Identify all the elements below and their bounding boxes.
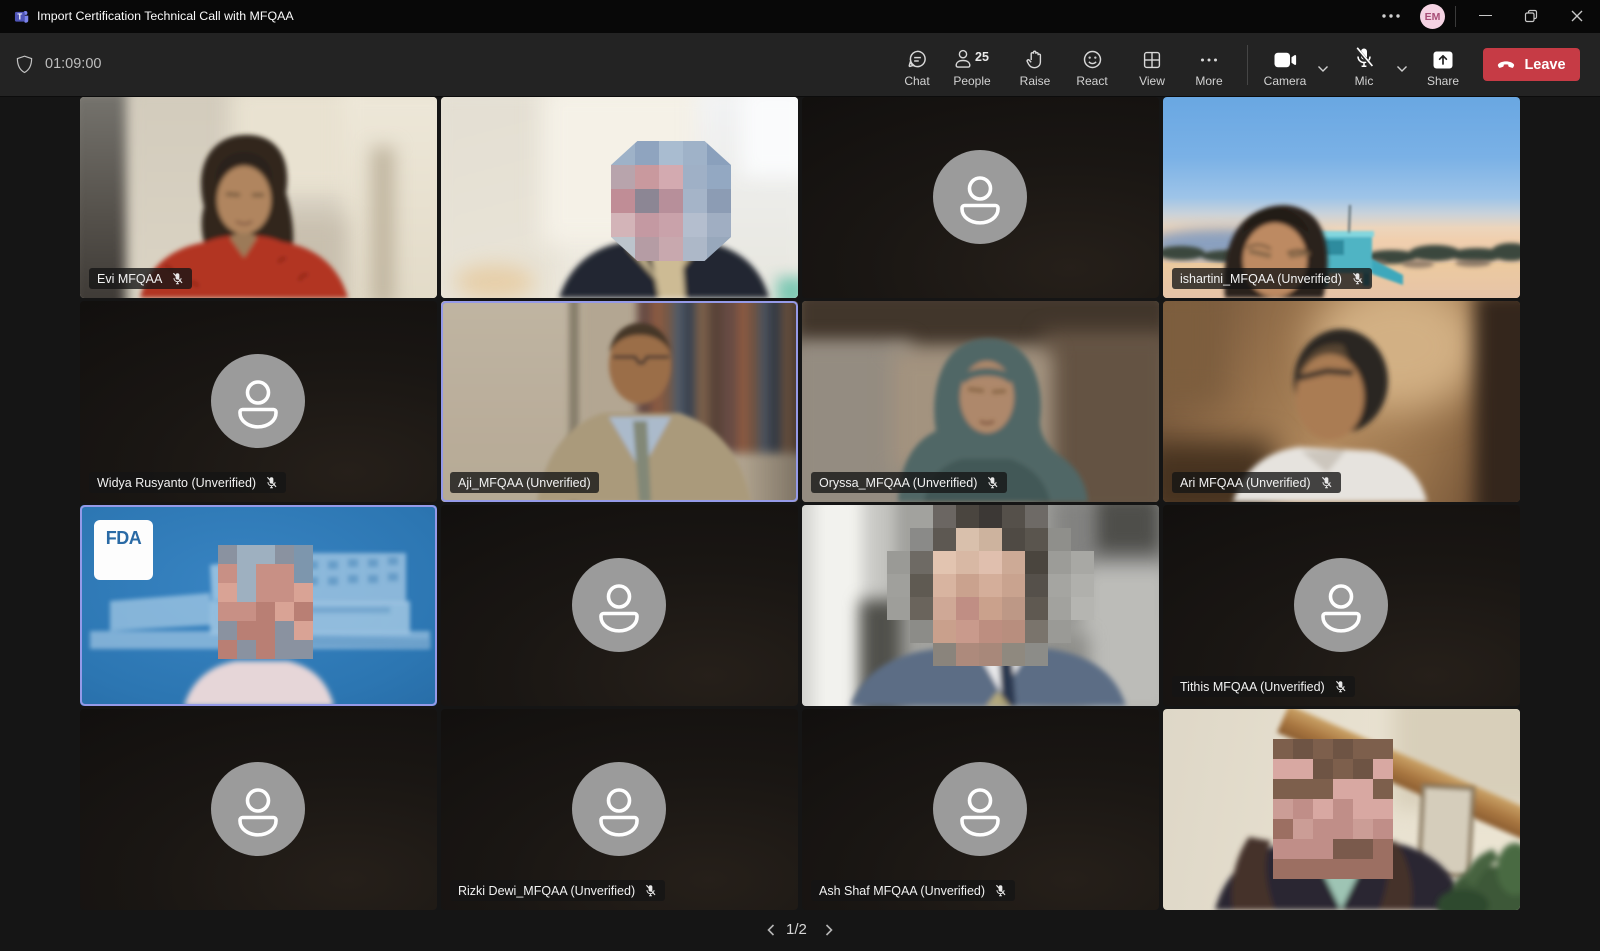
svg-text:25: 25	[975, 50, 989, 64]
svg-text:T: T	[17, 12, 22, 21]
